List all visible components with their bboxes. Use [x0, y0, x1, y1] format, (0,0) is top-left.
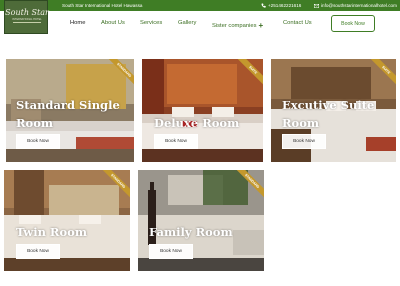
book-now-button[interactable]: Book Now	[149, 244, 193, 259]
room-card-excutive-suite[interactable]: SUITE Excutive Suite Room Book Now	[271, 59, 396, 162]
book-now-button[interactable]: Book Now	[282, 134, 326, 149]
room-card-standard-single[interactable]: STANDARD Standard Single Room Book Now	[6, 59, 134, 162]
room-title-line1: Excutive Suite	[282, 98, 375, 112]
hotel-name: South Star International Hotel Hawassa	[62, 3, 143, 8]
page: South Star International Hotel Hawassa +…	[0, 0, 400, 286]
book-now-button[interactable]: Book Now	[16, 244, 60, 259]
book-now-button[interactable]: Book Now	[16, 134, 60, 149]
nav-item-about-us[interactable]: About Us	[101, 20, 125, 26]
room-title: Standard Single Room	[16, 96, 120, 132]
room-title-line2: Room	[282, 116, 320, 130]
nav-item-gallery[interactable]: Gallery	[178, 20, 196, 26]
header-book-now-button[interactable]: Book Now	[331, 15, 375, 32]
nav-item-services[interactable]: Services	[140, 20, 162, 26]
phone-icon	[261, 3, 266, 8]
envelope-icon	[314, 3, 319, 8]
room-card-family[interactable]: STANDARD Family Room Book Now	[138, 170, 264, 271]
room-title: Excutive Suite Room	[282, 96, 374, 132]
logo-script-text: South Star	[5, 8, 49, 17]
nav-item-sister-companies[interactable]: Sister companies +	[212, 20, 264, 30]
room-card-twin[interactable]: STANDARD Twin Room Book Now	[4, 170, 130, 271]
book-now-button[interactable]: Book Now	[154, 134, 198, 149]
logo-divider	[13, 22, 41, 23]
nav-item-home[interactable]: Home	[70, 20, 85, 26]
email-contact[interactable]: info@southstarinternationalhotel.com	[314, 3, 397, 8]
top-contact-bar: South Star International Hotel Hawassa +…	[0, 0, 400, 11]
room-card-deluxe[interactable]: SUITE Deluxe Room Book Now	[142, 59, 263, 162]
nav-item-contact-us[interactable]: Contact Us	[283, 20, 312, 26]
room-title: Family Room	[149, 223, 233, 241]
phone-number: +251462221616	[268, 3, 302, 8]
room-title-line1: Deluxe Room	[154, 116, 240, 130]
phone-contact[interactable]: +251462221616	[261, 3, 301, 8]
email-address: info@southstarinternationalhotel.com	[321, 3, 397, 8]
nav-item-sister-companies-label: Sister companies	[212, 23, 257, 29]
room-title-line2: Room	[16, 116, 54, 130]
hotel-logo[interactable]: South Star INTERNATIONAL HOTEL	[4, 0, 49, 34]
logo-subtitle: INTERNATIONAL HOTEL	[12, 18, 42, 21]
room-title-line1: Standard Single	[16, 98, 120, 112]
plus-icon: +	[258, 21, 264, 30]
room-title-line1: Family Room	[149, 225, 233, 239]
room-title-line1: Twin Room	[16, 225, 87, 239]
room-title: Twin Room	[16, 223, 87, 241]
room-title: Deluxe Room	[154, 114, 239, 132]
